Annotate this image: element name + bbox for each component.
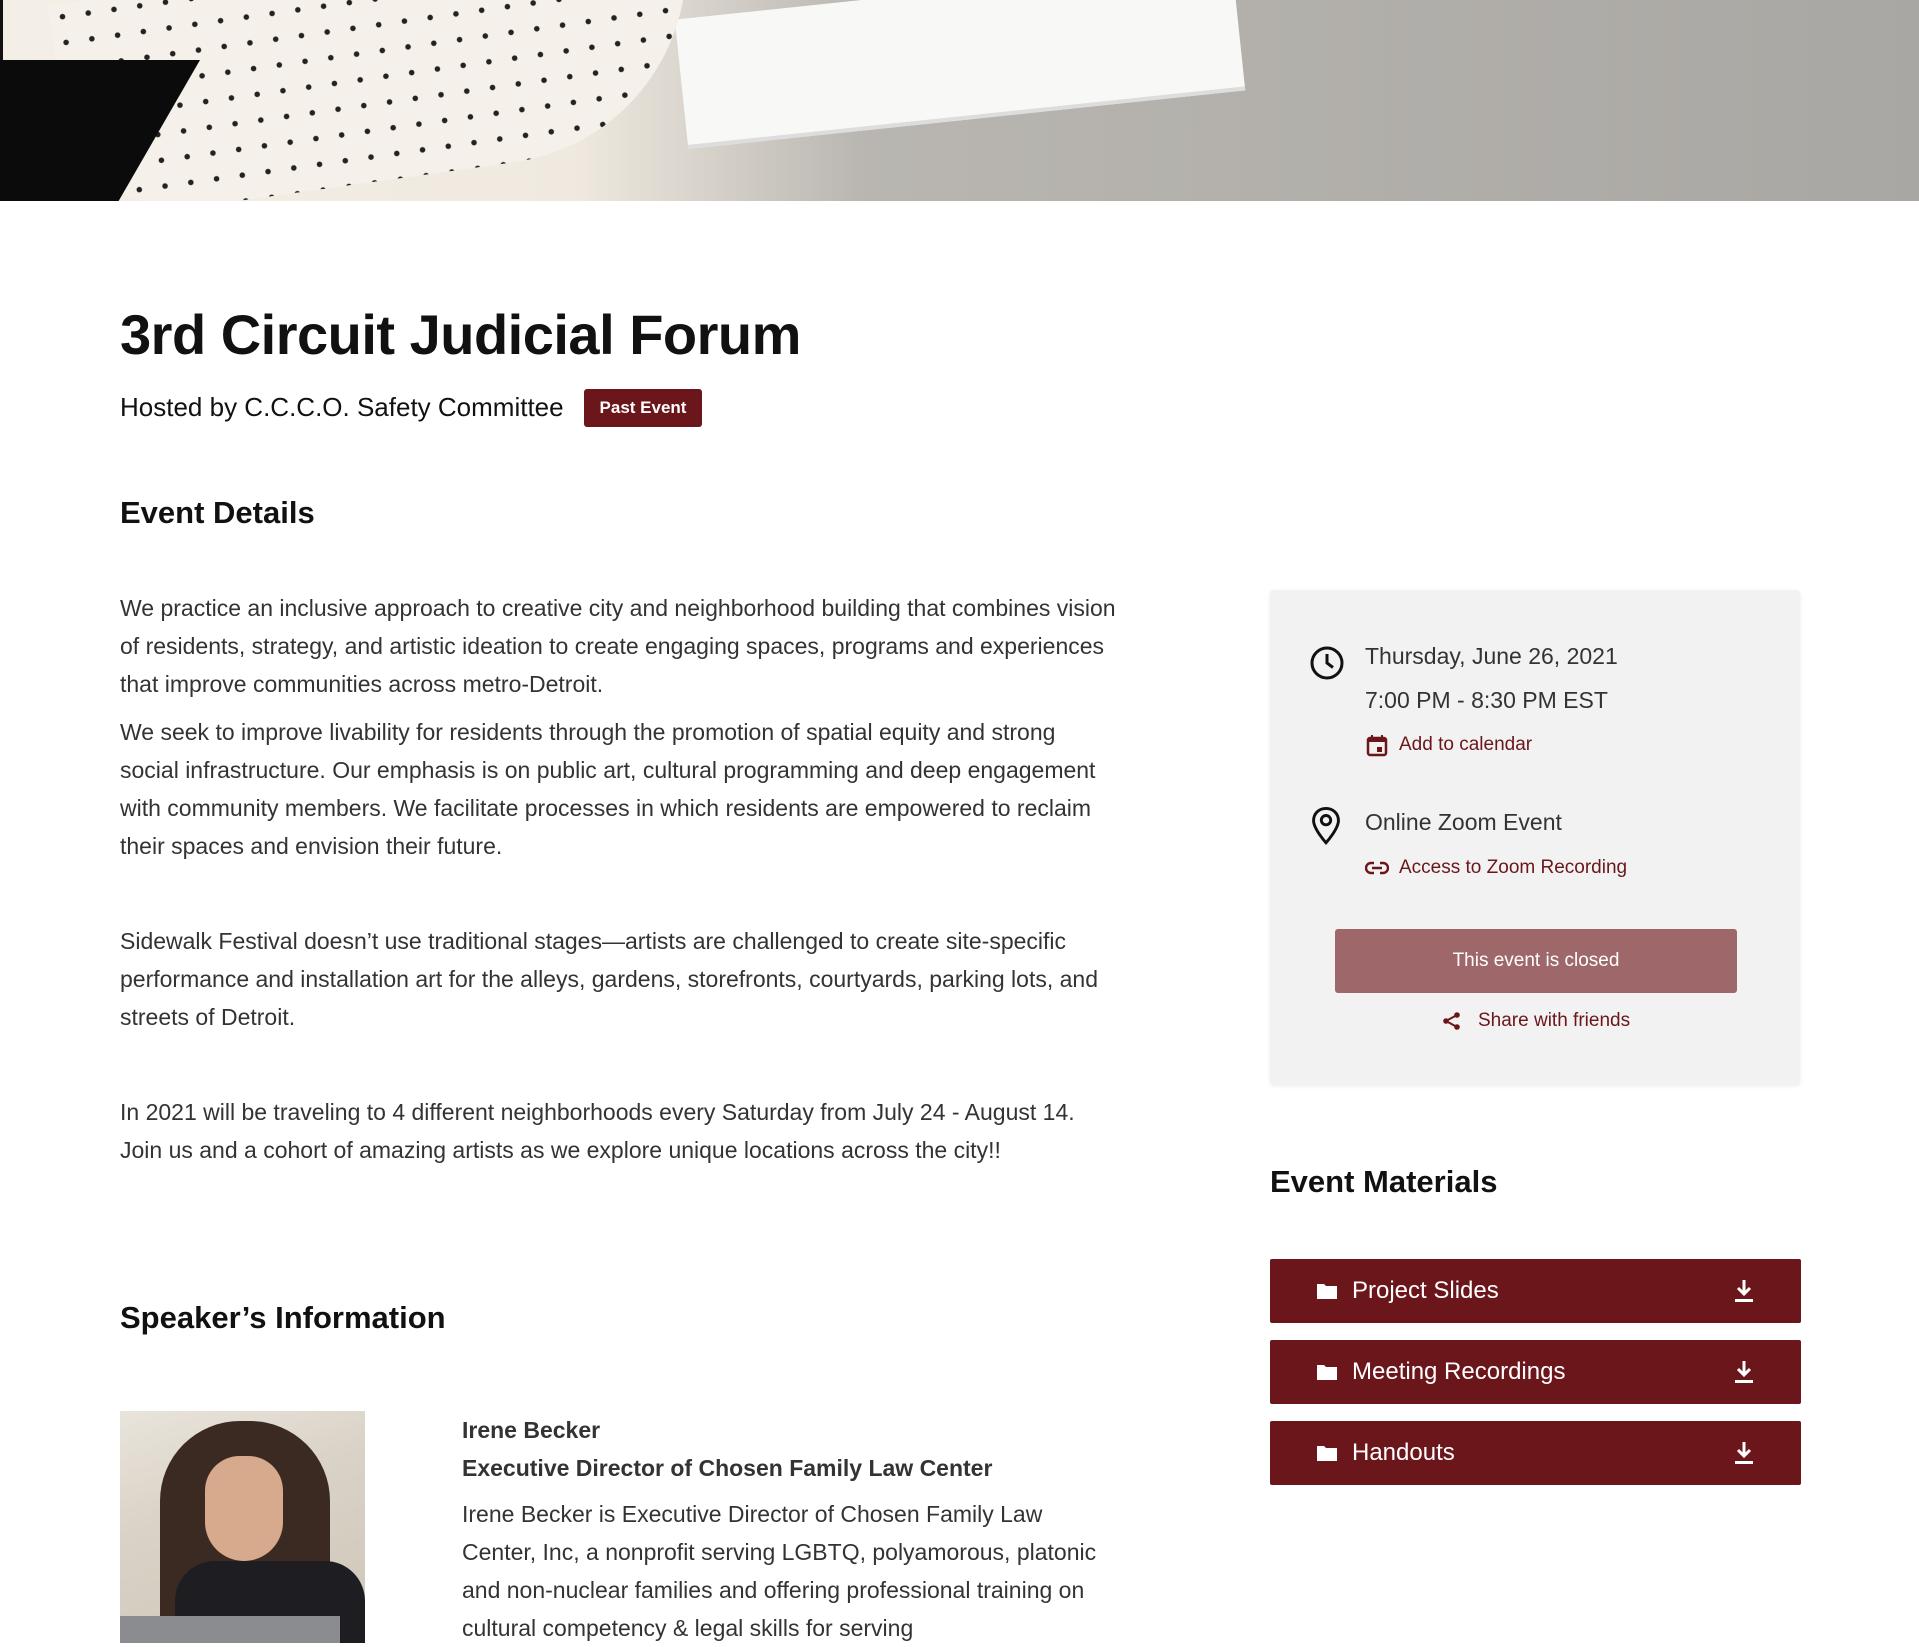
speaker-photo (120, 1411, 365, 1643)
description-paragraph: In 2021 will be traveling to 4 different… (120, 1099, 1075, 1163)
material-project-slides[interactable]: Project Slides (1270, 1259, 1801, 1323)
event-description: We practice an inclusive approach to cre… (120, 589, 1120, 1169)
download-icon[interactable] (1733, 1279, 1755, 1303)
zoom-recording-link[interactable]: Access to Zoom Recording (1365, 857, 1627, 879)
event-date: Thursday, June 26, 2021 (1365, 643, 1618, 669)
add-to-calendar-link[interactable]: Add to calendar (1365, 733, 1532, 757)
speaker-bio: Irene Becker is Executive Director of Ch… (462, 1501, 1097, 1641)
event-title: 3rd Circuit Judicial Forum (120, 303, 801, 366)
event-location: Online Zoom Event (1365, 809, 1562, 835)
event-closed-button[interactable]: This event is closed (1335, 929, 1737, 993)
speaker-name: Irene Becker (462, 1417, 601, 1443)
folder-icon (1317, 1446, 1337, 1461)
zoom-recording-label: Access to Zoom Recording (1399, 857, 1628, 878)
material-label: Meeting Recordings (1352, 1358, 1566, 1385)
event-time: 7:00 PM - 8:30 PM EST (1365, 687, 1608, 713)
clock-icon (1310, 646, 1344, 680)
description-paragraph: We practice an inclusive approach to cre… (120, 595, 1116, 697)
event-details-heading: Event Details (120, 495, 315, 530)
share-with-friends-link[interactable]: Share with friends (1442, 1010, 1630, 1032)
add-to-calendar-label: Add to calendar (1399, 734, 1533, 755)
material-meeting-recordings[interactable]: Meeting Recordings (1270, 1340, 1801, 1404)
speaker-role: Executive Director of Chosen Family Law … (462, 1455, 993, 1481)
description-paragraph: Sidewalk Festival doesn’t use traditiona… (120, 928, 1099, 1030)
past-event-badge: Past Event (584, 389, 702, 427)
material-handouts[interactable]: Handouts (1270, 1421, 1801, 1485)
share-icon (1443, 1012, 1460, 1030)
folder-icon (1317, 1284, 1337, 1299)
folder-icon (1317, 1365, 1337, 1380)
share-label: Share with friends (1478, 1010, 1631, 1031)
description-paragraph: We seek to improve livability for reside… (120, 719, 1096, 859)
hero-image (0, 0, 1919, 201)
speakers-heading: Speaker’s Information (120, 1300, 446, 1335)
location-pin-icon (1312, 807, 1340, 845)
calendar-icon (1366, 735, 1388, 757)
download-icon[interactable] (1733, 1441, 1755, 1465)
event-host: Hosted by C.C.C.O. Safety Committee (120, 392, 564, 422)
event-materials-heading: Event Materials (1270, 1164, 1498, 1199)
material-label: Project Slides (1352, 1277, 1499, 1304)
material-label: Handouts (1352, 1439, 1455, 1466)
download-icon[interactable] (1733, 1360, 1755, 1384)
link-icon (1365, 861, 1389, 875)
event-info-card: Thursday, June 26, 2021 7:00 PM - 8:30 P… (1270, 590, 1800, 1085)
